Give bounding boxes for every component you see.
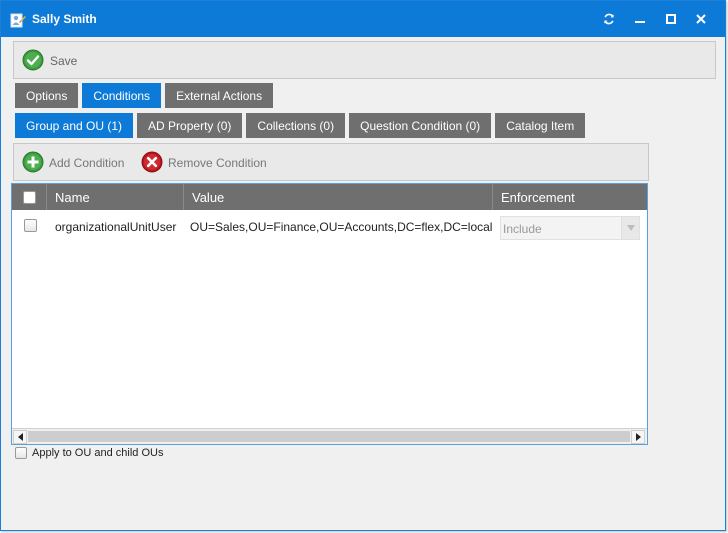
enforcement-select[interactable]: Include bbox=[500, 216, 640, 240]
close-button[interactable] bbox=[691, 9, 711, 29]
remove-condition-label: Remove Condition bbox=[168, 156, 267, 170]
column-header-enforcement[interactable]: Enforcement bbox=[492, 184, 647, 210]
row-checkbox[interactable] bbox=[24, 219, 37, 232]
subtab-group-and-ou-label: Group and OU (1) bbox=[26, 118, 123, 133]
column-header-enforcement-label: Enforcement bbox=[501, 189, 575, 205]
tab-conditions[interactable]: Conditions bbox=[82, 83, 162, 108]
add-condition-label: Add Condition bbox=[49, 156, 125, 170]
main-toolbar: Save bbox=[13, 41, 716, 79]
remove-icon bbox=[141, 151, 163, 176]
add-icon bbox=[22, 151, 44, 176]
dialog-content: Save Options Conditions External Actions… bbox=[9, 39, 717, 525]
row-value-cell: OU=Sales,OU=Finance,OU=Accounts,DC=flex,… bbox=[190, 220, 493, 234]
scroll-right-icon[interactable] bbox=[631, 430, 645, 444]
subtab-question-condition[interactable]: Question Condition (0) bbox=[349, 113, 492, 138]
tab-conditions-label: Conditions bbox=[93, 88, 151, 103]
save-button[interactable]: Save bbox=[22, 49, 78, 74]
subtab-ad-property-label: AD Property (0) bbox=[148, 118, 232, 133]
checkmark-icon bbox=[22, 49, 44, 74]
subtab-catalog-item-label: Catalog Item bbox=[506, 118, 575, 133]
subtab-ad-property[interactable]: AD Property (0) bbox=[137, 113, 243, 138]
scrollbar-thumb[interactable] bbox=[28, 431, 630, 442]
add-condition-button[interactable]: Add Condition bbox=[22, 151, 124, 175]
tab-external-actions[interactable]: External Actions bbox=[165, 83, 274, 108]
enforcement-select-value: Include bbox=[503, 222, 542, 236]
maximize-button[interactable] bbox=[661, 9, 681, 29]
condition-toolbar: Add Condition Remove Condition bbox=[13, 143, 649, 181]
apply-to-child-ous-option[interactable]: Apply to OU and child OUs bbox=[15, 447, 163, 459]
apply-to-child-ous-checkbox[interactable] bbox=[15, 447, 27, 459]
column-header-name-label: Name bbox=[55, 189, 90, 205]
scroll-left-icon[interactable] bbox=[13, 430, 27, 444]
column-header-name[interactable]: Name bbox=[46, 184, 183, 210]
tab-external-actions-label: External Actions bbox=[176, 88, 263, 103]
subtab-question-condition-label: Question Condition (0) bbox=[360, 118, 481, 133]
window-title: Sally Smith bbox=[32, 12, 97, 26]
main-tabs: Options Conditions External Actions bbox=[15, 83, 277, 108]
subtab-group-and-ou[interactable]: Group and OU (1) bbox=[15, 113, 134, 138]
column-header-value[interactable]: Value bbox=[183, 184, 492, 210]
remove-condition-button[interactable]: Remove Condition bbox=[141, 151, 267, 175]
subtab-collections-label: Collections (0) bbox=[257, 118, 335, 133]
apply-to-child-ous-label: Apply to OU and child OUs bbox=[32, 447, 164, 459]
user-edit-icon bbox=[10, 12, 26, 28]
tab-options-label: Options bbox=[26, 88, 68, 103]
minimize-button[interactable] bbox=[630, 9, 650, 29]
subtab-collections[interactable]: Collections (0) bbox=[246, 113, 346, 138]
horizontal-scrollbar[interactable] bbox=[12, 428, 647, 444]
conditions-grid: Name Value Enforcement organizationalUni… bbox=[11, 183, 648, 445]
save-label: Save bbox=[50, 54, 78, 68]
condition-subtabs: Group and OU (1) AD Property (0) Collect… bbox=[15, 113, 589, 138]
select-all-checkbox[interactable] bbox=[23, 191, 36, 204]
subtab-catalog-item[interactable]: Catalog Item bbox=[495, 113, 586, 138]
row-name-cell: organizationalUnitUser bbox=[55, 220, 177, 234]
grid-header: Name Value Enforcement bbox=[12, 184, 647, 210]
tab-options[interactable]: Options bbox=[15, 83, 79, 108]
refresh-icon[interactable] bbox=[599, 9, 619, 29]
title-bar: Sally Smith bbox=[1, 1, 725, 37]
table-row[interactable]: organizationalUnitUser OU=Sales,OU=Finan… bbox=[12, 212, 647, 242]
dialog-window: Sally Smith Save Options Conditions Exte… bbox=[0, 0, 726, 531]
column-header-value-label: Value bbox=[192, 189, 225, 205]
chevron-down-icon bbox=[621, 217, 639, 239]
